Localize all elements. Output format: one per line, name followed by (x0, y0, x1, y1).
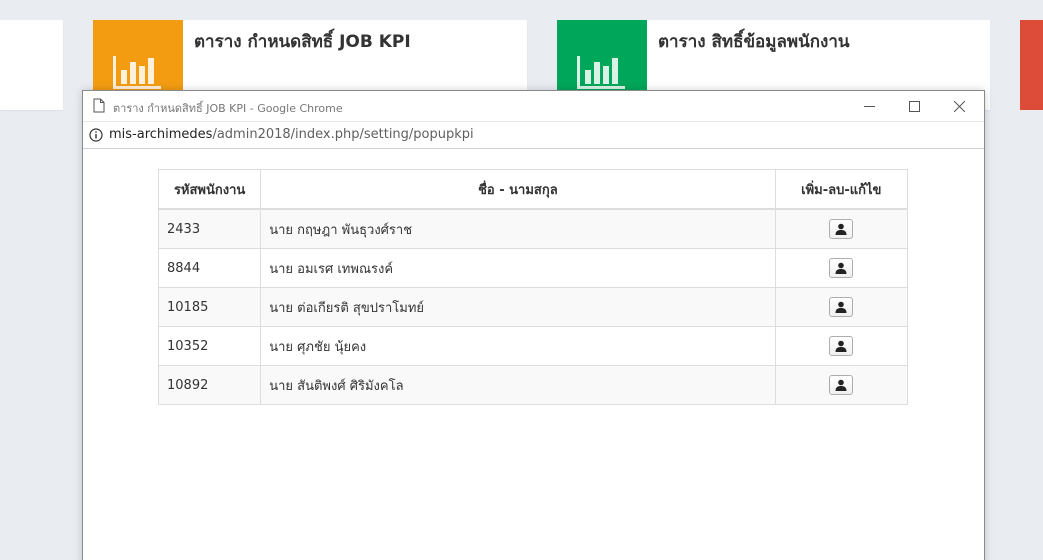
table-header-row: รหัสพนักงาน ชื่อ - นามสกุล เพิ่ม-ลบ-แก้ไ… (157, 169, 909, 210)
card-title: ตาราง กำหนดสิทธิ์ JOB KPI (194, 32, 411, 52)
document-icon (93, 98, 105, 113)
action-cell (774, 287, 909, 327)
employee-id-cell: 10892 (157, 365, 262, 405)
address-bar[interactable]: mis-archimedes/admin2018/index.php/setti… (83, 122, 984, 149)
url-text[interactable]: mis-archimedes/admin2018/index.php/setti… (109, 127, 474, 142)
header-full-name: ชื่อ - นามสกุล (260, 169, 776, 210)
action-cell (774, 326, 909, 366)
action-cell (774, 208, 909, 249)
employee-id-cell: 8844 (157, 248, 262, 288)
kpi-rights-table-container: รหัสพนักงาน ชื่อ - นามสกุล เพิ่ม-ลบ-แก้ไ… (157, 169, 909, 405)
user-icon (835, 262, 847, 274)
user-icon (835, 340, 847, 352)
dashboard-card-red-partial[interactable] (1020, 20, 1043, 110)
action-cell (774, 365, 909, 405)
bar-chart-icon (577, 56, 625, 89)
minimize-icon (863, 105, 875, 107)
edit-user-button[interactable] (829, 375, 854, 395)
kpi-rights-table: รหัสพนักงาน ชื่อ - นามสกุล เพิ่ม-ลบ-แก้ไ… (157, 169, 909, 405)
window-titlebar[interactable]: ตาราง กำหนดสิทธิ์ JOB KPI - Google Chrom… (83, 91, 984, 122)
table-row: 10352 นาย ศุภชัย นุ้ยคง (157, 326, 909, 366)
edit-user-button[interactable] (829, 336, 854, 356)
table-row: 2433 นาย กฤษฎา พันธุวงศ์ราช (157, 208, 909, 249)
employee-name-cell: นาย สันติพงศ์ ศิริมังคโล (260, 365, 776, 405)
url-host: mis-archimedes (109, 127, 213, 142)
employee-name-cell: นาย ศุภชัย นุ้ยคง (260, 326, 776, 366)
maximize-button[interactable] (891, 91, 937, 121)
url-path: /admin2018/index.php/setting/popupkpi (212, 127, 474, 142)
table-row: 10185 นาย ต่อเกียรติ สุขปราโมทย์ (157, 287, 909, 327)
edit-user-button[interactable] (829, 258, 854, 278)
dashboard-card-partial[interactable] (0, 20, 63, 110)
window-title: ตาราง กำหนดสิทธิ์ JOB KPI - Google Chrom… (113, 102, 343, 115)
employee-id-cell: 10352 (157, 326, 262, 366)
employee-name-cell: นาย กฤษฎา พันธุวงศ์ราช (260, 208, 776, 249)
bar-chart-icon (113, 56, 161, 89)
close-button[interactable] (936, 91, 982, 121)
table-row: 10892 นาย สันติพงศ์ ศิริมังคโล (157, 365, 909, 405)
card-title: ตาราง สิทธิ์ข้อมูลพนักงาน (658, 32, 850, 52)
screen: ตาราง กำหนดสิทธิ์ JOB KPI ตาราง สิทธิ์ข้… (0, 0, 1043, 560)
employee-id-cell: 2433 (157, 208, 262, 249)
employee-id-cell: 10185 (157, 287, 262, 327)
user-icon (835, 379, 847, 391)
employee-name-cell: นาย ต่อเกียรติ สุขปราโมทย์ (260, 287, 776, 327)
maximize-icon (908, 100, 920, 112)
header-employee-id: รหัสพนักงาน (157, 169, 262, 210)
popup-window: ตาราง กำหนดสิทธิ์ JOB KPI - Google Chrom… (82, 90, 985, 560)
edit-user-button[interactable] (829, 219, 854, 239)
header-actions: เพิ่ม-ลบ-แก้ไข (774, 169, 909, 210)
user-icon (835, 223, 847, 235)
table-row: 8844 นาย อมเรศ เทพณรงค์ (157, 248, 909, 288)
edit-user-button[interactable] (829, 297, 854, 317)
info-icon[interactable] (89, 128, 103, 142)
minimize-button[interactable] (846, 91, 892, 121)
employee-name-cell: นาย อมเรศ เทพณรงค์ (260, 248, 776, 288)
user-icon (835, 301, 847, 313)
action-cell (774, 248, 909, 288)
close-icon (953, 100, 965, 112)
